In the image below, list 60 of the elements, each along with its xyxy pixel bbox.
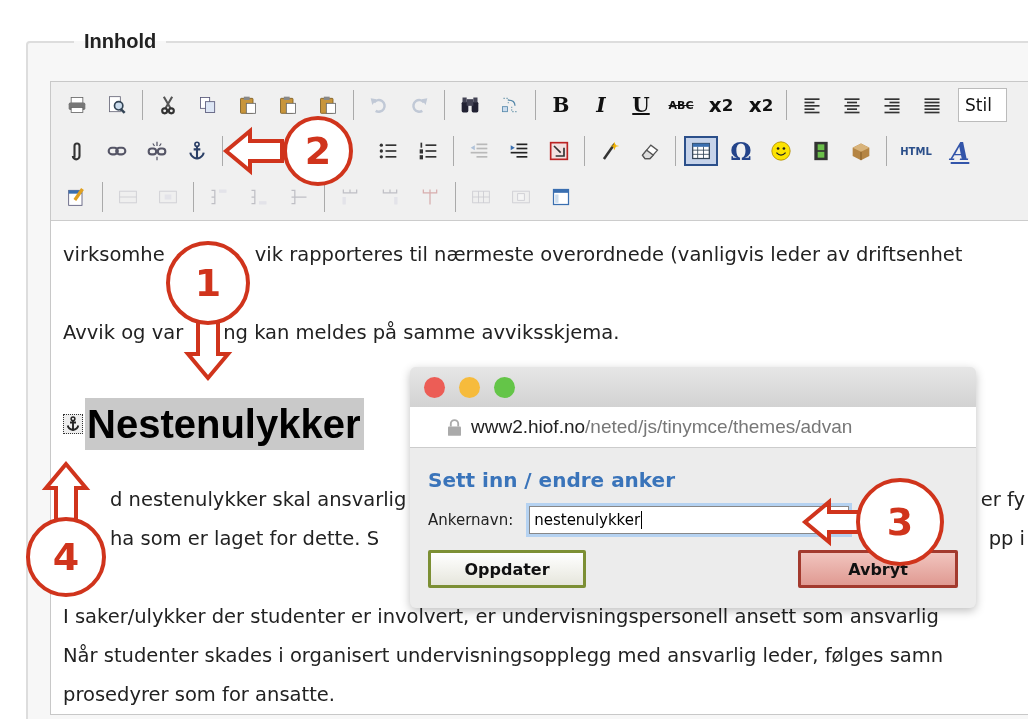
paragraph-text: Når studenter skades i organisert undervisningsopplegg med ansvarlig leder, følges samn xyxy=(63,643,944,669)
panel-legend: Innhold xyxy=(74,30,167,53)
italic-button[interactable]: I xyxy=(584,94,618,116)
bold-button[interactable]: B xyxy=(544,94,578,116)
insert-column-icon xyxy=(380,187,400,207)
lock-icon xyxy=(448,418,461,436)
callout-arrow xyxy=(224,129,282,173)
close-button[interactable] xyxy=(424,376,445,398)
film-strip-icon xyxy=(811,141,831,161)
field-label: Ankernavn: xyxy=(428,511,514,529)
table-icon xyxy=(691,141,711,161)
dialog-title: Sett inn / endre anker xyxy=(428,468,677,492)
heading-text: Nestenulykker xyxy=(85,398,365,450)
justify-icon xyxy=(922,95,942,115)
paragraph-text: er fy xyxy=(980,487,1025,513)
clipboard-icon xyxy=(238,95,258,115)
special-character-button[interactable]: Ω xyxy=(724,140,758,162)
style-dropdown[interactable]: Stil xyxy=(958,88,1007,122)
align-right-icon xyxy=(882,95,902,115)
printer-icon xyxy=(67,95,87,115)
binoculars-icon xyxy=(460,95,480,115)
strikethrough-button[interactable]: ABC xyxy=(664,94,698,116)
paragraph-text: virksomhe xyxy=(63,242,165,268)
url-text: www2.hiof.no/neted/js/tinymce/themes/advan xyxy=(471,416,853,438)
delete-column-icon xyxy=(420,187,440,207)
insert-column-icon xyxy=(340,187,360,207)
insert-row-icon xyxy=(209,187,229,207)
paragraph-text: d nestenulykker skal ansvarlig xyxy=(110,487,407,513)
magic-wand-icon xyxy=(600,141,620,161)
smiley-icon xyxy=(771,141,791,161)
underline-button[interactable]: U xyxy=(624,94,658,116)
html-button[interactable]: HTML xyxy=(895,140,937,162)
outdent-icon xyxy=(469,141,489,161)
copy-icon xyxy=(198,95,218,115)
indent-icon xyxy=(509,141,529,161)
paragraph-text: vik rapporteres til nærmeste overordnede (vanligvis leder av driftsenhet xyxy=(254,242,963,268)
insert-row-icon xyxy=(249,187,269,207)
undo-icon xyxy=(369,95,389,115)
box-icon xyxy=(851,141,871,161)
redo-icon xyxy=(409,95,429,115)
anchor-icon xyxy=(187,141,207,161)
align-center-icon xyxy=(842,95,862,115)
table-properties-icon xyxy=(551,187,571,207)
clipboard-icon xyxy=(278,95,298,115)
update-button[interactable]: Oppdater xyxy=(428,550,586,588)
align-left-icon xyxy=(802,95,822,115)
scissors-icon xyxy=(158,95,178,115)
delete-row-icon xyxy=(289,187,309,207)
bullet-list-icon xyxy=(378,141,398,161)
clipboard-icon xyxy=(318,95,338,115)
paragraph-text: ha som er laget for dette. S xyxy=(110,526,380,552)
numbered-list-icon xyxy=(418,141,438,161)
replace-icon xyxy=(500,95,520,115)
paragraph-text: I saker/ulykker der studenter er involvert, er undervisningspersonell ansett som ansvarlig xyxy=(63,604,939,630)
font-style-button[interactable]: A xyxy=(943,140,977,162)
preview-icon xyxy=(107,95,127,115)
paragraph-text: prosedyrer som for ansatte. xyxy=(63,682,335,708)
table-button[interactable] xyxy=(684,136,718,166)
paragraph-text: pp i xyxy=(988,526,1025,552)
broken-link-icon xyxy=(147,141,167,161)
